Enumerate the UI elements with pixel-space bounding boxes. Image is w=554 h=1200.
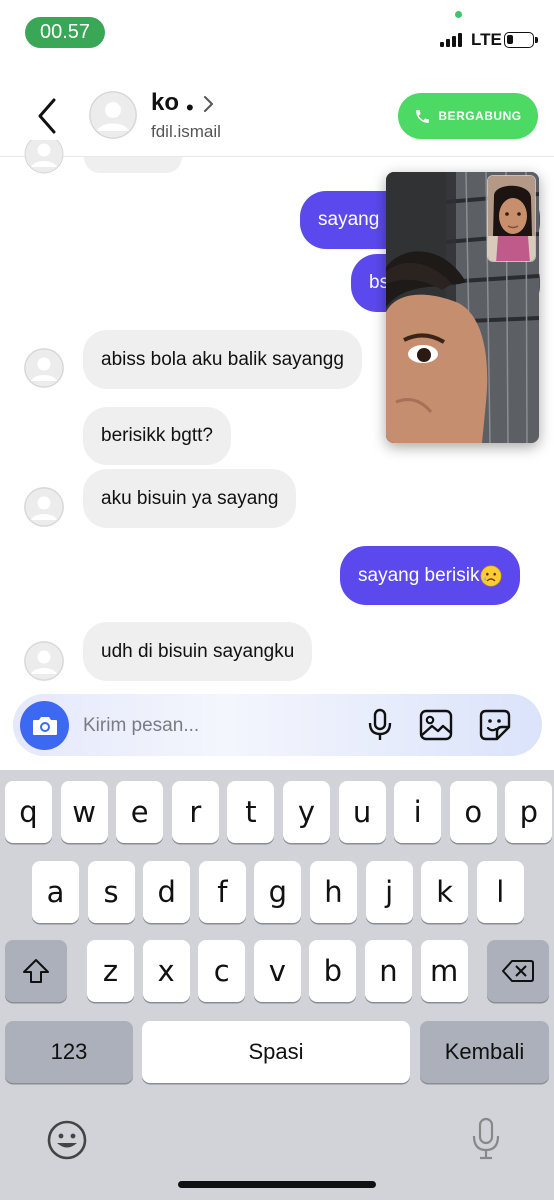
- key-k[interactable]: k: [421, 861, 469, 923]
- key-u[interactable]: u: [338, 781, 386, 843]
- message-text: berisikk bgtt?: [101, 425, 213, 446]
- contact-avatar[interactable]: [89, 91, 137, 139]
- message-bubble-incoming[interactable]: aku bisuin ya sayang: [83, 469, 297, 528]
- battery-level: [507, 35, 513, 44]
- key-q[interactable]: q: [5, 781, 52, 843]
- key-z[interactable]: z: [87, 940, 134, 1002]
- dictation-button[interactable]: [466, 1116, 506, 1162]
- shift-key[interactable]: [5, 940, 67, 1002]
- key-v[interactable]: v: [253, 940, 301, 1002]
- sender-avatar: [24, 641, 64, 681]
- shift-icon: [23, 959, 49, 983]
- sender-avatar: [24, 487, 64, 527]
- phone-icon: [416, 109, 430, 123]
- camera-button[interactable]: [20, 701, 69, 750]
- numbers-key[interactable]: 123: [5, 1021, 133, 1083]
- microphone-icon: [472, 1117, 500, 1160]
- message-text: aku bisuin ya sayang: [101, 487, 279, 509]
- chevron-right-icon[interactable]: [201, 94, 217, 114]
- message-text: sayang: [318, 209, 380, 230]
- message-bubble-incoming[interactable]: abiss bola aku balik sayangg: [83, 330, 362, 389]
- message-bubble-incoming[interactable]: berisikk bgtt?: [83, 407, 231, 465]
- join-call-button[interactable]: BERGABUNG: [398, 93, 538, 139]
- key-l[interactable]: l: [476, 861, 524, 923]
- key-r[interactable]: r: [171, 781, 219, 843]
- crying-face-emoji: [481, 565, 502, 586]
- contact-handle: fdil.ismail: [151, 122, 221, 141]
- emoji-keyboard-button[interactable]: [45, 1118, 89, 1162]
- self-view-feed[interactable]: [487, 175, 536, 262]
- sticker-button[interactable]: [477, 707, 513, 743]
- key-o[interactable]: o: [449, 781, 497, 843]
- join-call-label: BERGABUNG: [438, 109, 522, 123]
- key-n[interactable]: n: [365, 940, 412, 1002]
- back-button[interactable]: [28, 94, 68, 138]
- key-i[interactable]: i: [394, 781, 442, 843]
- signal-strength-icon: [440, 32, 462, 47]
- key-h[interactable]: h: [310, 861, 357, 923]
- network-type: LTE: [471, 30, 502, 49]
- key-f[interactable]: f: [198, 861, 246, 923]
- voice-message-button[interactable]: [362, 707, 398, 743]
- key-x[interactable]: x: [142, 940, 190, 1002]
- camera-in-use-indicator: [455, 11, 462, 18]
- key-t[interactable]: t: [227, 781, 275, 843]
- battery-icon: [504, 32, 538, 48]
- key-a[interactable]: a: [32, 861, 79, 923]
- key-m[interactable]: m: [420, 940, 468, 1002]
- message-bubble-outgoing[interactable]: sayang berisik: [340, 546, 521, 605]
- gallery-icon: [419, 709, 453, 741]
- gallery-button[interactable]: [418, 707, 454, 743]
- contact-separator: •: [186, 95, 194, 120]
- sender-avatar: [24, 348, 64, 388]
- message-text: abiss bola aku balik sayangg: [101, 348, 344, 370]
- sender-avatar: [24, 140, 64, 174]
- microphone-icon: [368, 708, 392, 740]
- status-time: 00.57: [25, 17, 105, 48]
- message-text: sayang berisik: [358, 564, 480, 586]
- backspace-key[interactable]: [487, 940, 549, 1002]
- return-key[interactable]: Kembali: [420, 1021, 549, 1083]
- key-y[interactable]: y: [283, 781, 330, 843]
- key-s[interactable]: s: [87, 861, 135, 923]
- key-j[interactable]: j: [365, 861, 413, 923]
- backspace-icon: [502, 960, 534, 982]
- sticker-icon: [479, 709, 511, 741]
- contact-name[interactable]: ko: [151, 89, 179, 117]
- key-p[interactable]: p: [505, 781, 553, 843]
- default-avatar-icon: [89, 91, 137, 139]
- chevron-left-icon: [38, 98, 56, 134]
- message-bubble-incoming[interactable]: udh di bisuin sayangku: [83, 622, 313, 681]
- message-input[interactable]: [83, 712, 343, 740]
- key-e[interactable]: e: [116, 781, 164, 843]
- camera-icon: [32, 716, 57, 735]
- space-key[interactable]: Spasi: [142, 1021, 410, 1083]
- message-text: udh di bisuin sayangku: [101, 640, 295, 662]
- key-w[interactable]: w: [60, 781, 108, 843]
- key-d[interactable]: d: [143, 861, 191, 923]
- message-bubble-partial: [84, 157, 182, 173]
- emoji-icon: [47, 1120, 87, 1160]
- home-indicator[interactable]: [178, 1181, 376, 1188]
- key-g[interactable]: g: [254, 861, 302, 923]
- key-b[interactable]: b: [309, 940, 357, 1002]
- key-c[interactable]: c: [198, 940, 246, 1002]
